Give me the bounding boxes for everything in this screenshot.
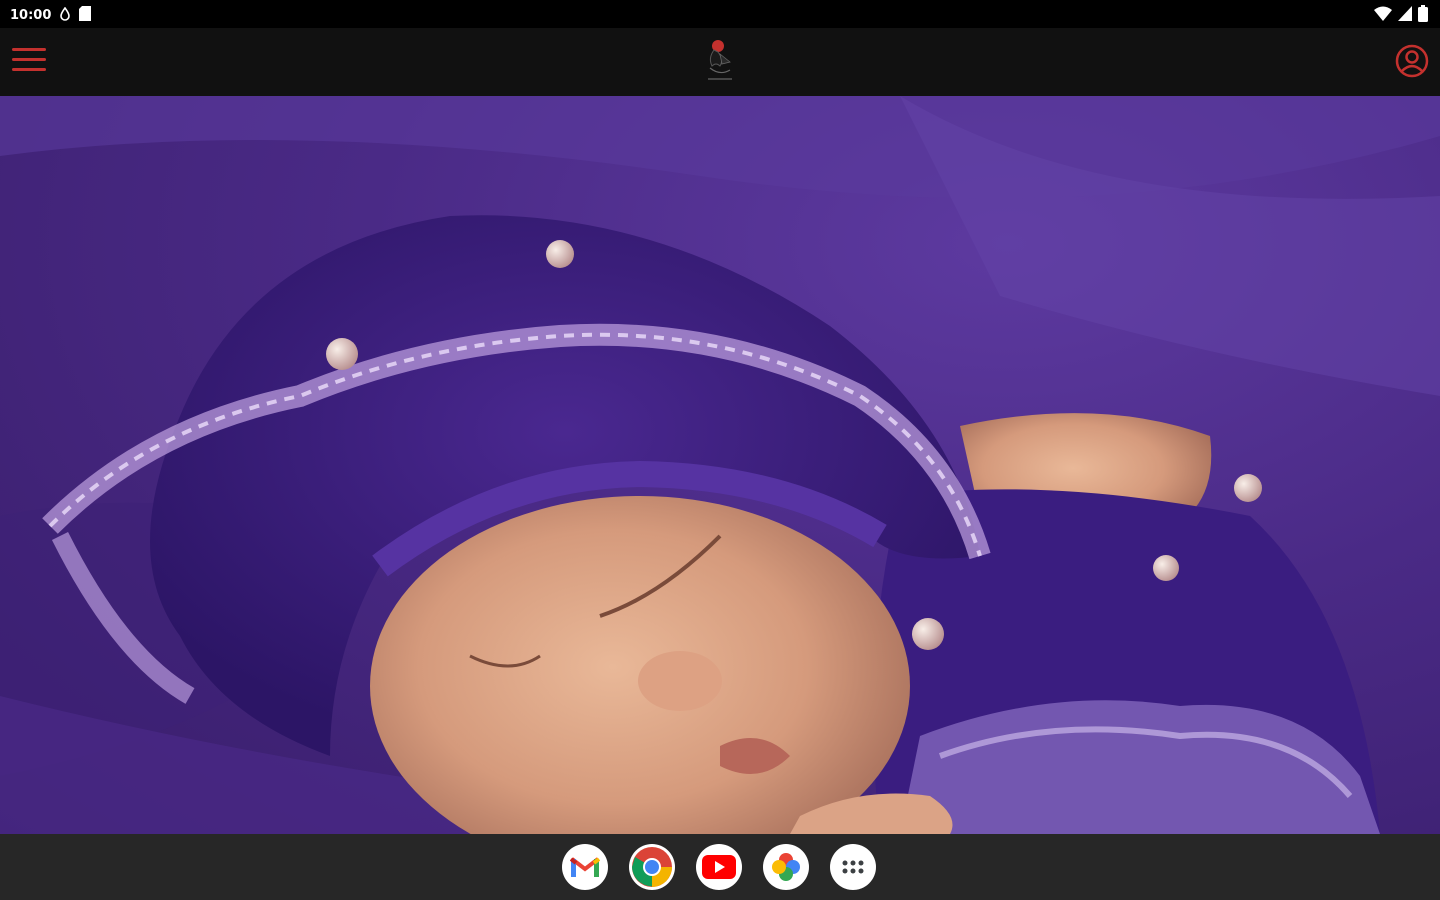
account-circle-icon[interactable] bbox=[1394, 43, 1430, 79]
sd-card-icon bbox=[79, 6, 92, 24]
status-left: 10:00 bbox=[10, 6, 92, 24]
youtube-icon[interactable] bbox=[696, 844, 742, 890]
app-drawer-icon[interactable] bbox=[830, 844, 876, 890]
status-bar: 10:00 bbox=[0, 0, 1440, 28]
studio-logo-icon bbox=[700, 36, 740, 88]
taskbar bbox=[0, 834, 1440, 900]
app-bar bbox=[0, 28, 1440, 96]
cell-signal-icon bbox=[1398, 6, 1412, 24]
status-time: 10:00 bbox=[10, 7, 52, 23]
photos-icon[interactable] bbox=[763, 844, 809, 890]
status-right bbox=[1374, 5, 1428, 25]
wifi-icon bbox=[1374, 6, 1392, 24]
battery-icon bbox=[1418, 5, 1428, 25]
dock bbox=[562, 844, 876, 890]
hero-photo bbox=[0, 96, 1440, 834]
newborn-photo-illustration bbox=[0, 96, 1440, 834]
gmail-icon[interactable] bbox=[562, 844, 608, 890]
chrome-icon[interactable] bbox=[629, 844, 675, 890]
data-saver-icon bbox=[59, 6, 71, 24]
hamburger-menu-icon[interactable] bbox=[12, 48, 46, 76]
